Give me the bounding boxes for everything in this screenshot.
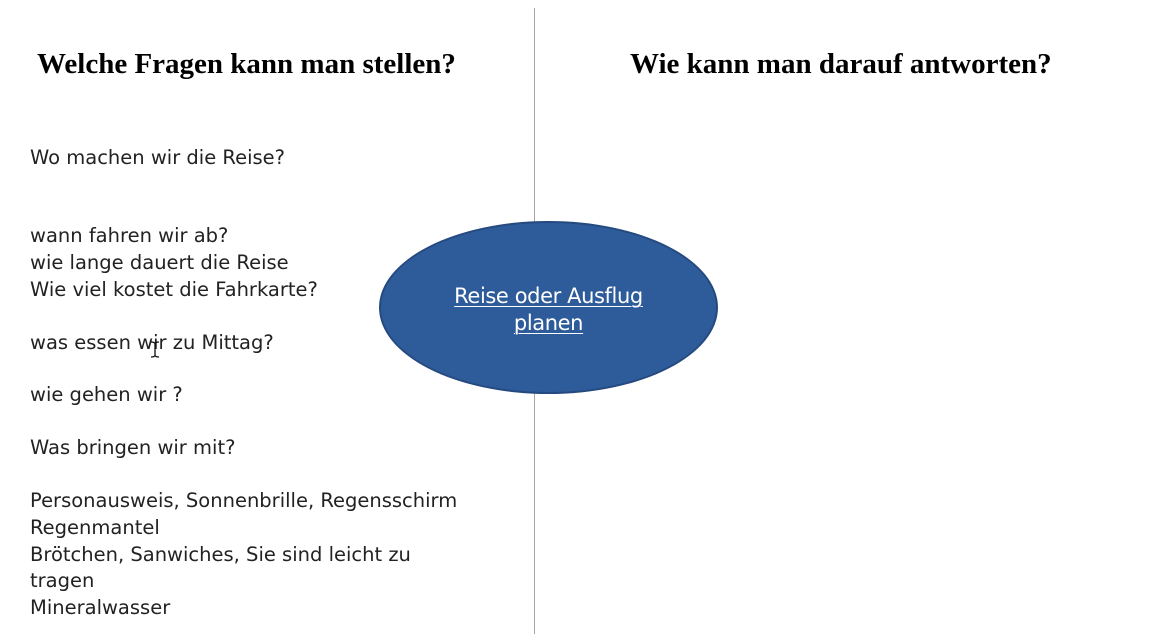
question-how-go: wie gehen wir ?	[30, 383, 183, 406]
slide-page: Welche Fragen kann man stellen? Wie kann…	[0, 0, 1169, 634]
topic-label[interactable]: Reise oder Ausflug planen	[379, 283, 718, 337]
question-departure: wann fahren wir ab?	[30, 224, 229, 247]
heading-questions: Welche Fragen kann man stellen?	[37, 48, 456, 80]
question-ticket-price: Wie viel kostet die Fahrkarte?	[30, 278, 318, 301]
answer-line-food: Brötchen, Sanwiches, Sie sind leicht zu	[30, 543, 411, 566]
topic-label-line1: Reise oder Ausflug	[454, 284, 643, 308]
question-where: Wo machen wir die Reise?	[30, 146, 286, 169]
text-cursor-icon	[150, 341, 160, 358]
topic-label-line2: planen	[513, 311, 584, 335]
question-duration: wie lange dauert die Reise	[30, 251, 289, 274]
question-bring: Was bringen wir mit?	[30, 436, 236, 459]
answer-line-carry: tragen	[30, 569, 95, 592]
answer-line-water: Mineralwasser	[30, 596, 171, 619]
answer-line-documents: Personausweis, Sonnenbrille, Regensschir…	[30, 489, 458, 512]
answer-line-raincoat: Regenmantel	[30, 516, 160, 539]
heading-answers: Wie kann man darauf antworten?	[630, 48, 1052, 80]
